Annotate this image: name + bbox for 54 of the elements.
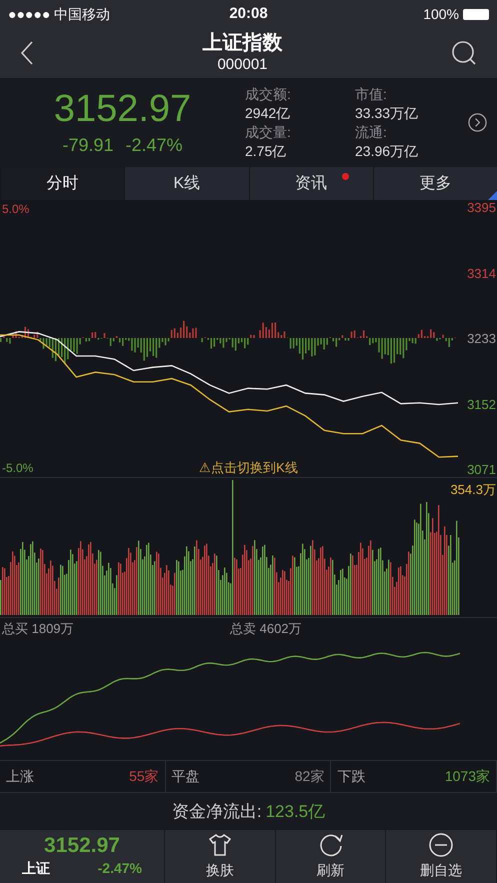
stat-value: 23.96万亿 bbox=[355, 142, 420, 160]
price-axis-label: 3233 bbox=[467, 331, 496, 347]
percent-label: -5.0% bbox=[2, 460, 34, 477]
back-icon[interactable] bbox=[20, 41, 34, 65]
corner-triangle-icon bbox=[488, 191, 497, 200]
price-axis-label: 3071 bbox=[467, 462, 496, 478]
battery-text: 100% bbox=[423, 4, 459, 24]
percent-label: 5.0% bbox=[2, 201, 30, 218]
breadth-count: 1073家 bbox=[444, 767, 490, 786]
stat-label: 成交额: bbox=[245, 84, 292, 104]
chevron-circle-icon[interactable] bbox=[468, 113, 487, 132]
price-text: 3152.97 bbox=[54, 87, 192, 132]
bottom-price: 3152.97 bbox=[44, 834, 120, 858]
search-icon[interactable] bbox=[451, 40, 477, 66]
index-summary[interactable]: 3152.97 上证 -2.47% bbox=[0, 830, 165, 883]
tab[interactable]: K线 bbox=[124, 167, 248, 200]
t-shirt-icon bbox=[206, 832, 233, 858]
bottom-change-percent: -2.47% bbox=[98, 859, 142, 878]
price-axis-label: 3152 bbox=[467, 396, 496, 412]
refresh-icon bbox=[318, 832, 344, 858]
price-axis-label: 3395 bbox=[467, 200, 496, 216]
total-sell-label: 总卖 4602万 bbox=[230, 620, 302, 638]
change-percent-text: -2.47% bbox=[126, 134, 183, 157]
breadth-count: 82家 bbox=[294, 767, 324, 786]
battery-icon bbox=[463, 8, 489, 20]
price-axis-label: 3314 bbox=[467, 266, 496, 282]
page-title: 上证指数 bbox=[202, 31, 282, 55]
tab[interactable]: 分时 bbox=[0, 167, 124, 200]
toolbar-button[interactable]: 换肤 bbox=[165, 830, 276, 883]
volume-max-label: 354.3万 bbox=[450, 481, 496, 499]
toolbar-button[interactable]: 刷新 bbox=[276, 830, 386, 883]
breadth-label: 上涨 bbox=[6, 767, 34, 786]
tab[interactable]: 更多 bbox=[372, 167, 497, 200]
stat-label: 流通: bbox=[355, 122, 388, 142]
clock-text: 20:08 bbox=[229, 4, 268, 24]
stat-value: 2.75亿 bbox=[245, 142, 288, 160]
net-flow-value: 123.5亿 bbox=[266, 800, 326, 823]
breadth-label: 下跌 bbox=[337, 767, 366, 786]
stat-label: 市值: bbox=[355, 84, 388, 104]
stock-code: 000001 bbox=[217, 55, 268, 75]
stat-label: 成交量: bbox=[245, 122, 292, 142]
change-text: -79.91 bbox=[62, 134, 114, 157]
net-flow-label: 资金净流出: bbox=[172, 800, 262, 823]
minus-circle-icon bbox=[428, 832, 454, 858]
carrier-text: ●●●●● 中国移动 bbox=[8, 4, 112, 24]
toolbar-button[interactable]: 删自选 bbox=[386, 830, 497, 883]
tab[interactable]: 资讯 bbox=[248, 167, 373, 200]
stat-value: 2942亿 bbox=[245, 104, 292, 122]
breadth-count: 55家 bbox=[129, 767, 159, 786]
stat-value: 33.33万亿 bbox=[355, 104, 420, 122]
index-name: 上证 bbox=[22, 859, 50, 878]
switch-to-k-line-link[interactable]: ⚠点击切换到K线 bbox=[199, 458, 298, 477]
breadth-label: 平盘 bbox=[172, 767, 200, 786]
total-buy-label: 总买 1809万 bbox=[1, 620, 75, 638]
